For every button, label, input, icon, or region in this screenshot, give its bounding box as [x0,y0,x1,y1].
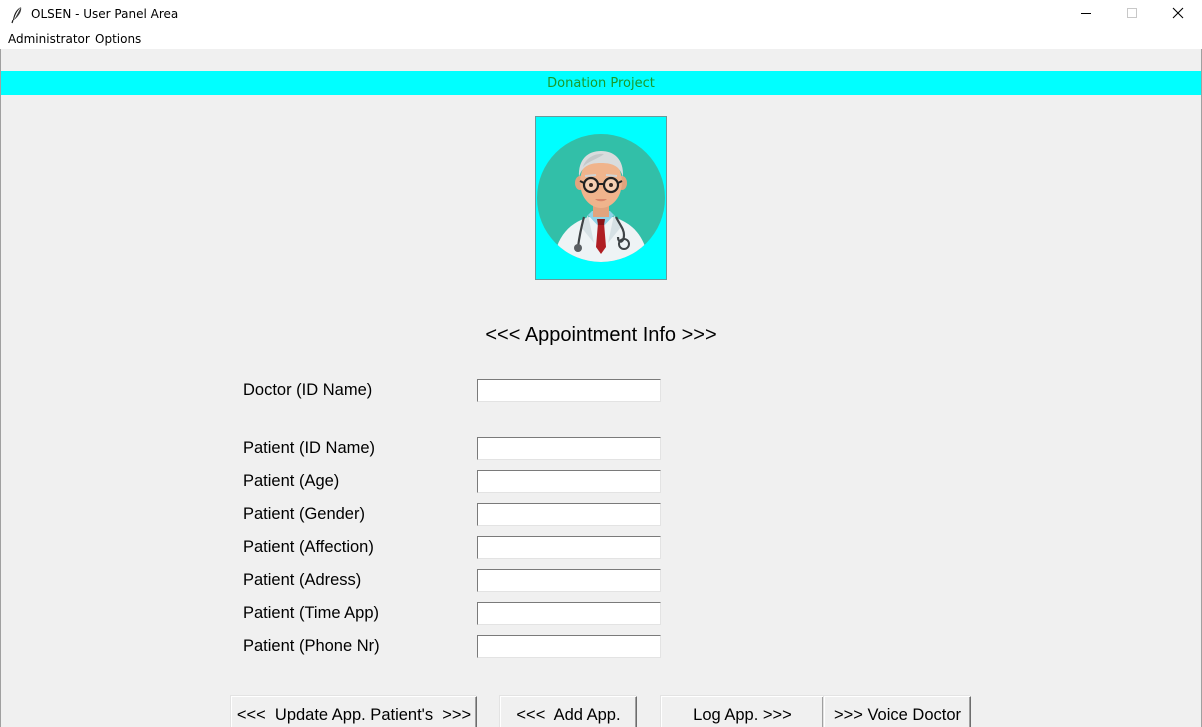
title-bar: OLSEN - User Panel Area [0,0,1202,30]
menu-administrator[interactable]: Administrator [8,32,90,46]
patient-age-label: Patient (Age) [243,472,340,490]
patient-gender-input[interactable] [477,503,661,526]
doctor-avatar [535,116,667,280]
patient-phone-input[interactable] [477,635,661,658]
maximize-button[interactable] [1109,0,1155,30]
patient-affection-input[interactable] [477,536,661,559]
add-appointment-button[interactable]: <<< Add App. [500,696,637,727]
appointment-info-heading: <<< Appointment Info >>> [485,324,717,346]
maximize-icon [1126,6,1138,24]
project-banner: Donation Project [1,71,1201,95]
menu-bar: Administrator Options [0,30,1202,49]
update-appointment-button[interactable]: <<< Update App. Patient's >>> [231,696,477,727]
patient-gender-label: Patient (Gender) [243,505,365,523]
patient-id-input[interactable] [477,437,661,460]
patient-address-label: Patient (Adress) [243,571,362,589]
window-border-left [0,49,1,727]
patient-age-input[interactable] [477,470,661,493]
minimize-button[interactable] [1063,0,1109,30]
patient-id-label: Patient (ID Name) [243,439,376,457]
patient-affection-label: Patient (Affection) [243,538,374,556]
minimize-icon [1080,6,1092,24]
window-title: OLSEN - User Panel Area [31,7,179,21]
doctor-id-input[interactable] [477,379,661,402]
banner-title: Donation Project [547,75,655,91]
doctor-id-label: Doctor (ID Name) [243,381,373,399]
feather-icon [9,6,25,24]
patient-phone-label: Patient (Phone Nr) [243,637,380,655]
close-icon [1172,6,1184,24]
patient-time-label: Patient (Time App) [243,604,380,622]
menu-options[interactable]: Options [95,32,141,46]
patient-time-input[interactable] [477,602,661,625]
close-button[interactable] [1155,0,1201,30]
patient-address-input[interactable] [477,569,661,592]
voice-doctor-button[interactable]: >>> Voice Doctor [824,696,971,727]
log-appointment-button[interactable]: Log App. >>> [661,696,824,727]
